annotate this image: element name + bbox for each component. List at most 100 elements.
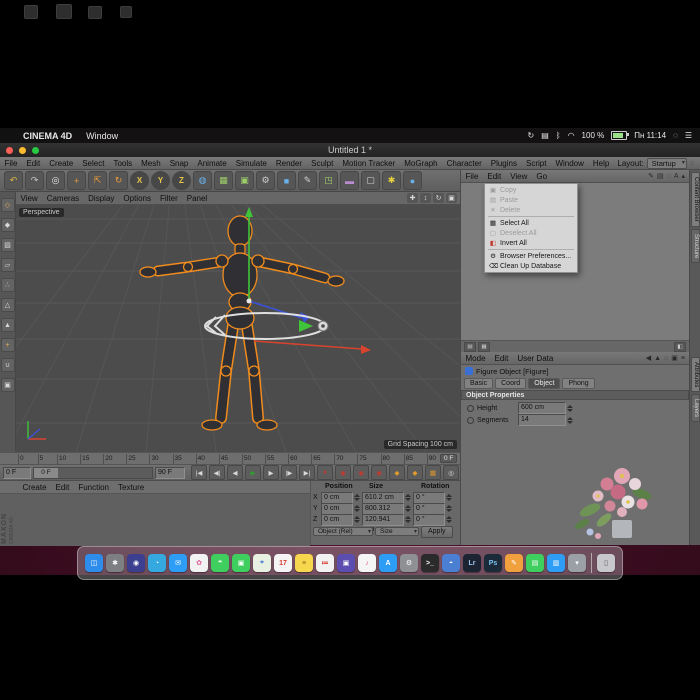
dock-siri[interactable]: ◉: [127, 554, 145, 572]
redo-icon[interactable]: ↷: [25, 171, 44, 190]
size-stepper[interactable]: [405, 516, 411, 523]
side-tab-content-browser[interactable]: Content Browser: [691, 172, 700, 227]
x-axis-button[interactable]: X: [130, 171, 149, 190]
autokey-button[interactable]: ◉: [335, 465, 351, 480]
position-stepper[interactable]: [354, 505, 360, 512]
dock-photoshop[interactable]: Ps: [484, 554, 502, 572]
macos-menu-window[interactable]: Window: [79, 131, 125, 141]
attr-lock-icon[interactable]: ▣: [671, 354, 678, 362]
ruler-frame-field[interactable]: 0 F: [440, 454, 457, 463]
side-tab-attributes[interactable]: Attributes: [691, 357, 700, 392]
coordinate-system-icon[interactable]: ◍: [193, 171, 212, 190]
dock-finder[interactable]: ◫: [85, 554, 103, 572]
app-menu-file[interactable]: File: [0, 159, 22, 168]
dock-lightroom[interactable]: Lr: [463, 554, 481, 572]
record-parameter-button[interactable]: ◉: [371, 465, 387, 480]
subdivision-surface-icon[interactable]: ◳: [319, 171, 338, 190]
edit-menu-item-browser-preferences-[interactable]: ⚙Browser Preferences...: [485, 251, 577, 261]
attribute-object-row[interactable]: Figure Object [Figure]: [461, 365, 689, 377]
attr-search-icon[interactable]: ◌: [664, 355, 668, 362]
coord-mode-select[interactable]: Object (Rel): [313, 527, 373, 536]
app-menu-window[interactable]: Window: [551, 159, 588, 168]
attribute-section-header[interactable]: Object Properties: [461, 390, 689, 400]
app-menu-motion-tracker[interactable]: Motion Tracker: [338, 159, 400, 168]
segments-field[interactable]: 14: [518, 414, 566, 426]
z-axis-button[interactable]: Z: [172, 171, 191, 190]
solo-animation-button[interactable]: ◎: [443, 465, 459, 480]
app-menu-mesh[interactable]: Mesh: [137, 159, 166, 168]
points-mode-icon[interactable]: ∴: [1, 278, 15, 292]
position-stepper[interactable]: [354, 516, 360, 523]
viewport-menu-display[interactable]: Display: [84, 194, 119, 203]
bluetooth-icon[interactable]: ᛒ: [556, 131, 561, 140]
dock-terminal[interactable]: >_: [421, 554, 439, 572]
enable-axis-icon[interactable]: +: [1, 338, 15, 352]
viewport-menu-panel[interactable]: Panel: [182, 194, 211, 203]
add-cube-icon[interactable]: ■: [277, 171, 296, 190]
rotation-stepper[interactable]: [446, 516, 452, 523]
dock-facetime[interactable]: ▣: [232, 554, 250, 572]
next-key-button[interactable]: |▶: [281, 465, 297, 480]
floor-icon[interactable]: ▬: [340, 171, 359, 190]
lock-workplane-icon[interactable]: ▣: [1, 378, 15, 392]
rotate-icon[interactable]: ↻: [109, 171, 128, 190]
height-stepper[interactable]: [567, 405, 573, 412]
app-menu-character[interactable]: Character: [442, 159, 486, 168]
dock-safari[interactable]: ◔: [148, 554, 166, 572]
browser-menu-view[interactable]: View: [506, 172, 532, 181]
attribute-menu-user-data[interactable]: User Data: [513, 354, 558, 363]
dock-photos[interactable]: ✿: [190, 554, 208, 572]
app-menu-snap[interactable]: Snap: [165, 159, 193, 168]
dock-cinema4d[interactable]: ◓: [442, 554, 460, 572]
prev-key-button[interactable]: ◀|: [209, 465, 225, 480]
record-position-button[interactable]: ◉: [353, 465, 369, 480]
polygons-mode-icon[interactable]: ▲: [1, 318, 15, 332]
macos-menu-cinema-4d[interactable]: CINEMA 4D: [16, 131, 79, 141]
spotlight-icon[interactable]: ◌: [673, 131, 678, 140]
display-icon[interactable]: ▤: [541, 131, 549, 140]
time-machine-icon[interactable]: ↻: [527, 131, 534, 140]
material-menu-edit[interactable]: Edit: [51, 483, 74, 492]
attribute-menu-mode[interactable]: Mode: [461, 354, 490, 363]
rotation-z-field[interactable]: 0 °: [413, 514, 445, 526]
material-list-area[interactable]: [0, 494, 310, 546]
dock-numbers[interactable]: ▤: [526, 554, 544, 572]
attribute-tab-coord[interactable]: Coord: [495, 378, 526, 389]
side-tab-structure[interactable]: Structure: [691, 229, 700, 263]
texture-mode-icon[interactable]: ▨: [1, 238, 15, 252]
browser-font-icon[interactable]: A: [674, 173, 679, 180]
keyframe-dot-icon[interactable]: [467, 405, 474, 412]
material-icon[interactable]: ●: [403, 171, 422, 190]
dock-notes[interactable]: ≡: [295, 554, 313, 572]
render-view-icon[interactable]: ▦: [214, 171, 233, 190]
browser-thumb-view-icon[interactable]: ▦: [478, 342, 490, 352]
rotation-stepper[interactable]: [446, 494, 452, 501]
dolly-view-icon[interactable]: ↕: [420, 193, 431, 203]
app-menu-create[interactable]: Create: [45, 159, 78, 168]
height-field[interactable]: 600 cm: [518, 402, 566, 414]
viewport-menu-cameras[interactable]: Cameras: [42, 194, 83, 203]
element-up-icon[interactable]: ▲: [654, 355, 661, 362]
browser-list-view-icon[interactable]: ▤: [464, 342, 476, 352]
app-menu-script[interactable]: Script: [521, 159, 550, 168]
scale-icon[interactable]: ⇱: [88, 171, 107, 190]
browser-menu-edit[interactable]: Edit: [483, 172, 506, 181]
position-stepper[interactable]: [354, 494, 360, 501]
timeline-ruler[interactable]: 051015202530354045505560657075808590 0 F: [0, 452, 460, 464]
attribute-tab-object[interactable]: Object: [528, 378, 560, 389]
make-editable-icon[interactable]: ◇: [1, 198, 15, 212]
goto-start-button[interactable]: |◀: [191, 465, 207, 480]
goto-end-button[interactable]: ▶|: [299, 465, 315, 480]
light-icon[interactable]: ✱: [382, 171, 401, 190]
dock-calendar[interactable]: 17: [274, 554, 292, 572]
coord-size-select[interactable]: Size: [375, 527, 419, 536]
browser-search-icon[interactable]: ◌: [667, 173, 671, 180]
move-icon[interactable]: +: [67, 171, 86, 190]
dock-maps[interactable]: ⌖: [253, 554, 271, 572]
side-tab-layers[interactable]: Layers: [691, 394, 700, 422]
viewport-menu-view[interactable]: View: [16, 194, 42, 203]
pla-record-button[interactable]: ▦: [425, 465, 441, 480]
app-menu-render[interactable]: Render: [271, 159, 306, 168]
material-menu-function[interactable]: Function: [74, 483, 114, 492]
dock-keynote[interactable]: ▥: [547, 554, 565, 572]
